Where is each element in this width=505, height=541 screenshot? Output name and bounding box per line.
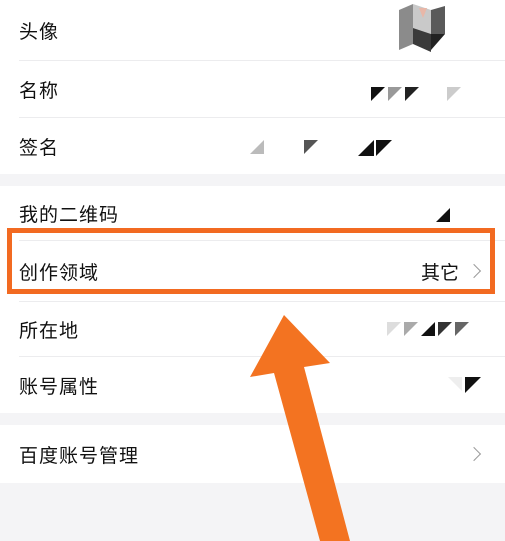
profile-settings-page: 头像 名称 签名 我的二维码 创作领域 其它 所在地 账号属性 百度账号管理: [0, 0, 505, 541]
chevron-right-icon: [466, 263, 482, 279]
domain-value: 其它: [420, 261, 459, 284]
row-label: 头像: [19, 20, 60, 43]
location-value-masked: [387, 322, 469, 336]
row-domain[interactable]: 创作领域 其它: [0, 241, 505, 301]
qrcode-icon: [436, 208, 450, 222]
row-label: 我的二维码: [19, 203, 120, 226]
row-label: 百度账号管理: [19, 444, 140, 467]
pointer-arrow-icon: [250, 315, 350, 541]
row-value-wrap: 其它: [421, 258, 483, 285]
section-gap: [0, 174, 505, 186]
row-qrcode[interactable]: 我的二维码: [0, 186, 505, 240]
name-value-masked: [371, 87, 461, 101]
row-avatar[interactable]: 头像: [0, 0, 505, 60]
row-label: 账号属性: [19, 375, 100, 398]
row-value-wrap: [466, 446, 483, 462]
account-attr-value-masked: [448, 377, 481, 393]
chevron-right-icon: [466, 446, 482, 462]
row-label: 签名: [19, 136, 60, 159]
avatar: [399, 4, 445, 52]
row-label: 所在地: [19, 319, 80, 342]
row-label: 创作领域: [19, 261, 100, 284]
row-name[interactable]: 名称: [0, 61, 505, 117]
signature-value-masked: [250, 140, 392, 156]
profile-group-basic: 头像 名称 签名: [0, 0, 505, 174]
row-signature[interactable]: 签名: [0, 118, 505, 174]
row-label: 名称: [19, 79, 60, 102]
